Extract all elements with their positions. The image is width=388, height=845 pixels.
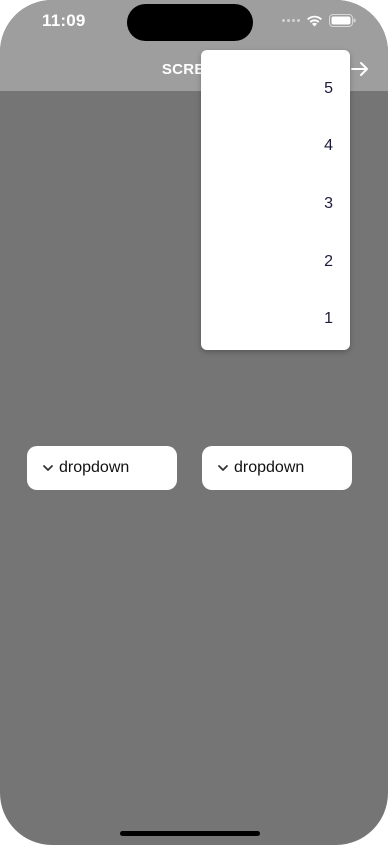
dropdown-menu: 5 4 3 2 1 — [201, 50, 350, 350]
status-icons — [282, 14, 356, 27]
menu-item[interactable]: 4 — [201, 118, 350, 176]
wifi-icon — [307, 15, 322, 26]
battery-icon — [329, 14, 356, 27]
chevron-down-icon — [43, 465, 53, 471]
dynamic-island — [127, 4, 253, 41]
menu-item[interactable]: 3 — [201, 175, 350, 233]
menu-item[interactable]: 2 — [201, 233, 350, 291]
menu-item[interactable]: 1 — [201, 290, 350, 348]
dropdown-button-right[interactable]: dropdown — [202, 446, 352, 490]
signal-icon — [282, 19, 300, 22]
home-indicator[interactable] — [120, 831, 260, 836]
dropdown-label: dropdown — [59, 459, 130, 476]
status-time: 11:09 — [42, 11, 86, 30]
menu-item[interactable]: 5 — [201, 60, 350, 118]
arrow-right-icon[interactable] — [349, 58, 371, 80]
chevron-down-icon — [218, 465, 228, 471]
phone-screen: 11:09 SCREEN dropdown dropdown 5 4 3 2 1 — [0, 0, 388, 845]
status-bar: 11:09 — [0, 0, 388, 48]
dropdown-label: dropdown — [234, 459, 305, 476]
dropdown-button-left[interactable]: dropdown — [27, 446, 177, 490]
